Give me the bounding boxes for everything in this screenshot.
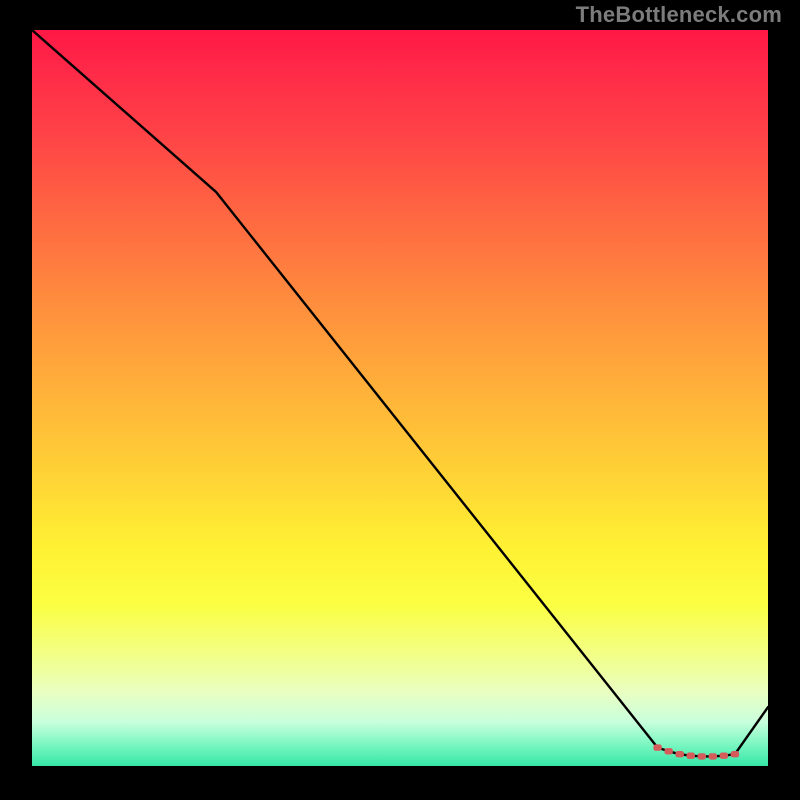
highlight-dot	[664, 748, 672, 754]
highlight-dot	[720, 753, 728, 759]
highlight-dot	[687, 753, 695, 759]
highlight-dot	[698, 753, 706, 759]
highlight-dot	[709, 753, 717, 759]
chart-svg	[32, 30, 768, 766]
plot-area	[32, 30, 768, 766]
highlight-dot	[653, 744, 661, 750]
chart-frame: TheBottleneck.com	[0, 0, 800, 800]
highlight-dot	[731, 751, 739, 757]
highlight-dot	[675, 751, 683, 757]
watermark-label: TheBottleneck.com	[576, 2, 782, 28]
highlight-dots	[653, 744, 739, 759]
black-curve	[32, 30, 768, 756]
